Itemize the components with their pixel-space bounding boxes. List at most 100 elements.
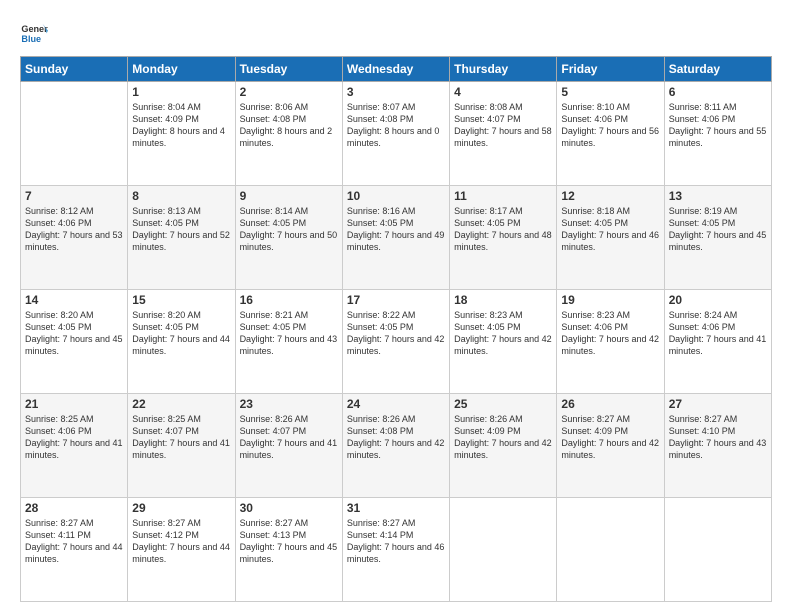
week-row-5: 28 Sunrise: 8:27 AMSunset: 4:11 PMDayligh… <box>21 498 772 602</box>
day-info: Sunrise: 8:11 AMSunset: 4:06 PMDaylight:… <box>669 101 767 150</box>
day-number: 6 <box>669 85 767 99</box>
calendar-cell: 5 Sunrise: 8:10 AMSunset: 4:06 PMDaylight… <box>557 82 664 186</box>
calendar-cell: 4 Sunrise: 8:08 AMSunset: 4:07 PMDaylight… <box>450 82 557 186</box>
day-info: Sunrise: 8:08 AMSunset: 4:07 PMDaylight:… <box>454 101 552 150</box>
day-info: Sunrise: 8:20 AMSunset: 4:05 PMDaylight:… <box>25 309 123 358</box>
day-info: Sunrise: 8:26 AMSunset: 4:08 PMDaylight:… <box>347 413 445 462</box>
day-info: Sunrise: 8:24 AMSunset: 4:06 PMDaylight:… <box>669 309 767 358</box>
day-info: Sunrise: 8:14 AMSunset: 4:05 PMDaylight:… <box>240 205 338 254</box>
day-info: Sunrise: 8:23 AMSunset: 4:06 PMDaylight:… <box>561 309 659 358</box>
day-info: Sunrise: 8:25 AMSunset: 4:07 PMDaylight:… <box>132 413 230 462</box>
calendar-cell: 26 Sunrise: 8:27 AMSunset: 4:09 PMDayligh… <box>557 394 664 498</box>
day-info: Sunrise: 8:27 AMSunset: 4:11 PMDaylight:… <box>25 517 123 566</box>
weekday-header-thursday: Thursday <box>450 57 557 82</box>
day-info: Sunrise: 8:10 AMSunset: 4:06 PMDaylight:… <box>561 101 659 150</box>
calendar-cell: 31Sunrise: 8:27 AMSunset: 4:14 PMDayligh… <box>342 498 449 602</box>
calendar-cell: 11 Sunrise: 8:17 AMSunset: 4:05 PMDayligh… <box>450 186 557 290</box>
calendar-cell: 28 Sunrise: 8:27 AMSunset: 4:11 PMDayligh… <box>21 498 128 602</box>
day-info: Sunrise: 8:04 AMSunset: 4:09 PMDaylight:… <box>132 101 230 150</box>
calendar-cell <box>557 498 664 602</box>
day-number: 26 <box>561 397 659 411</box>
week-row-2: 7 Sunrise: 8:12 AMSunset: 4:06 PMDaylight… <box>21 186 772 290</box>
calendar-cell: 13Sunrise: 8:19 AMSunset: 4:05 PMDayligh… <box>664 186 771 290</box>
calendar-table: SundayMondayTuesdayWednesdayThursdayFrid… <box>20 56 772 602</box>
day-info: Sunrise: 8:22 AMSunset: 4:05 PMDaylight:… <box>347 309 445 358</box>
day-info: Sunrise: 8:07 AMSunset: 4:08 PMDaylight:… <box>347 101 445 150</box>
day-info: Sunrise: 8:17 AMSunset: 4:05 PMDaylight:… <box>454 205 552 254</box>
logo-icon: General Blue <box>20 18 48 46</box>
day-number: 25 <box>454 397 552 411</box>
day-number: 22 <box>132 397 230 411</box>
day-number: 1 <box>132 85 230 99</box>
day-info: Sunrise: 8:18 AMSunset: 4:05 PMDaylight:… <box>561 205 659 254</box>
day-info: Sunrise: 8:12 AMSunset: 4:06 PMDaylight:… <box>25 205 123 254</box>
day-info: Sunrise: 8:27 AMSunset: 4:10 PMDaylight:… <box>669 413 767 462</box>
day-info: Sunrise: 8:20 AMSunset: 4:05 PMDaylight:… <box>132 309 230 358</box>
day-number: 14 <box>25 293 123 307</box>
calendar-page: General Blue SundayMondayTuesdayWednesda… <box>0 0 792 612</box>
calendar-cell: 19 Sunrise: 8:23 AMSunset: 4:06 PMDayligh… <box>557 290 664 394</box>
day-info: Sunrise: 8:23 AMSunset: 4:05 PMDaylight:… <box>454 309 552 358</box>
calendar-cell: 29Sunrise: 8:27 AMSunset: 4:12 PMDayligh… <box>128 498 235 602</box>
day-number: 11 <box>454 189 552 203</box>
weekday-header-saturday: Saturday <box>664 57 771 82</box>
day-number: 18 <box>454 293 552 307</box>
day-number: 16 <box>240 293 338 307</box>
calendar-cell: 2Sunrise: 8:06 AMSunset: 4:08 PMDaylight… <box>235 82 342 186</box>
calendar-cell: 20 Sunrise: 8:24 AMSunset: 4:06 PMDayligh… <box>664 290 771 394</box>
svg-text:Blue: Blue <box>21 34 41 44</box>
day-number: 28 <box>25 501 123 515</box>
weekday-header-friday: Friday <box>557 57 664 82</box>
calendar-cell: 7 Sunrise: 8:12 AMSunset: 4:06 PMDaylight… <box>21 186 128 290</box>
day-number: 29 <box>132 501 230 515</box>
day-number: 17 <box>347 293 445 307</box>
calendar-cell: 24 Sunrise: 8:26 AMSunset: 4:08 PMDayligh… <box>342 394 449 498</box>
calendar-cell: 17 Sunrise: 8:22 AMSunset: 4:05 PMDayligh… <box>342 290 449 394</box>
day-info: Sunrise: 8:13 AMSunset: 4:05 PMDaylight:… <box>132 205 230 254</box>
calendar-cell: 15 Sunrise: 8:20 AMSunset: 4:05 PMDayligh… <box>128 290 235 394</box>
calendar-cell <box>664 498 771 602</box>
day-number: 12 <box>561 189 659 203</box>
day-number: 20 <box>669 293 767 307</box>
calendar-cell: 1 Sunrise: 8:04 AMSunset: 4:09 PMDaylight… <box>128 82 235 186</box>
calendar-cell: 3 Sunrise: 8:07 AMSunset: 4:08 PMDaylight… <box>342 82 449 186</box>
day-number: 10 <box>347 189 445 203</box>
calendar-cell: 23Sunrise: 8:26 AMSunset: 4:07 PMDayligh… <box>235 394 342 498</box>
logo: General Blue <box>20 18 48 46</box>
day-number: 24 <box>347 397 445 411</box>
day-info: Sunrise: 8:26 AMSunset: 4:07 PMDaylight:… <box>240 413 338 462</box>
day-number: 30 <box>240 501 338 515</box>
calendar-cell: 8 Sunrise: 8:13 AMSunset: 4:05 PMDaylight… <box>128 186 235 290</box>
day-number: 27 <box>669 397 767 411</box>
day-number: 19 <box>561 293 659 307</box>
svg-text:General: General <box>21 24 48 34</box>
calendar-cell: 22 Sunrise: 8:25 AMSunset: 4:07 PMDayligh… <box>128 394 235 498</box>
week-row-3: 14 Sunrise: 8:20 AMSunset: 4:05 PMDayligh… <box>21 290 772 394</box>
day-number: 5 <box>561 85 659 99</box>
calendar-cell: 27 Sunrise: 8:27 AMSunset: 4:10 PMDayligh… <box>664 394 771 498</box>
day-number: 4 <box>454 85 552 99</box>
weekday-header-monday: Monday <box>128 57 235 82</box>
calendar-cell: 6 Sunrise: 8:11 AMSunset: 4:06 PMDaylight… <box>664 82 771 186</box>
day-info: Sunrise: 8:16 AMSunset: 4:05 PMDaylight:… <box>347 205 445 254</box>
day-info: Sunrise: 8:27 AMSunset: 4:14 PMDaylight:… <box>347 517 445 566</box>
day-number: 8 <box>132 189 230 203</box>
calendar-cell: 14 Sunrise: 8:20 AMSunset: 4:05 PMDayligh… <box>21 290 128 394</box>
day-number: 7 <box>25 189 123 203</box>
weekday-header-sunday: Sunday <box>21 57 128 82</box>
week-row-4: 21Sunrise: 8:25 AMSunset: 4:06 PMDayligh… <box>21 394 772 498</box>
calendar-cell: 25Sunrise: 8:26 AMSunset: 4:09 PMDayligh… <box>450 394 557 498</box>
calendar-cell <box>21 82 128 186</box>
day-number: 9 <box>240 189 338 203</box>
weekday-header-wednesday: Wednesday <box>342 57 449 82</box>
day-number: 15 <box>132 293 230 307</box>
calendar-cell: 12 Sunrise: 8:18 AMSunset: 4:05 PMDayligh… <box>557 186 664 290</box>
calendar-cell: 16Sunrise: 8:21 AMSunset: 4:05 PMDayligh… <box>235 290 342 394</box>
day-info: Sunrise: 8:27 AMSunset: 4:09 PMDaylight:… <box>561 413 659 462</box>
weekday-header-row: SundayMondayTuesdayWednesdayThursdayFrid… <box>21 57 772 82</box>
day-number: 2 <box>240 85 338 99</box>
day-number: 3 <box>347 85 445 99</box>
calendar-cell: 10 Sunrise: 8:16 AMSunset: 4:05 PMDayligh… <box>342 186 449 290</box>
day-number: 21 <box>25 397 123 411</box>
calendar-cell: 21Sunrise: 8:25 AMSunset: 4:06 PMDayligh… <box>21 394 128 498</box>
